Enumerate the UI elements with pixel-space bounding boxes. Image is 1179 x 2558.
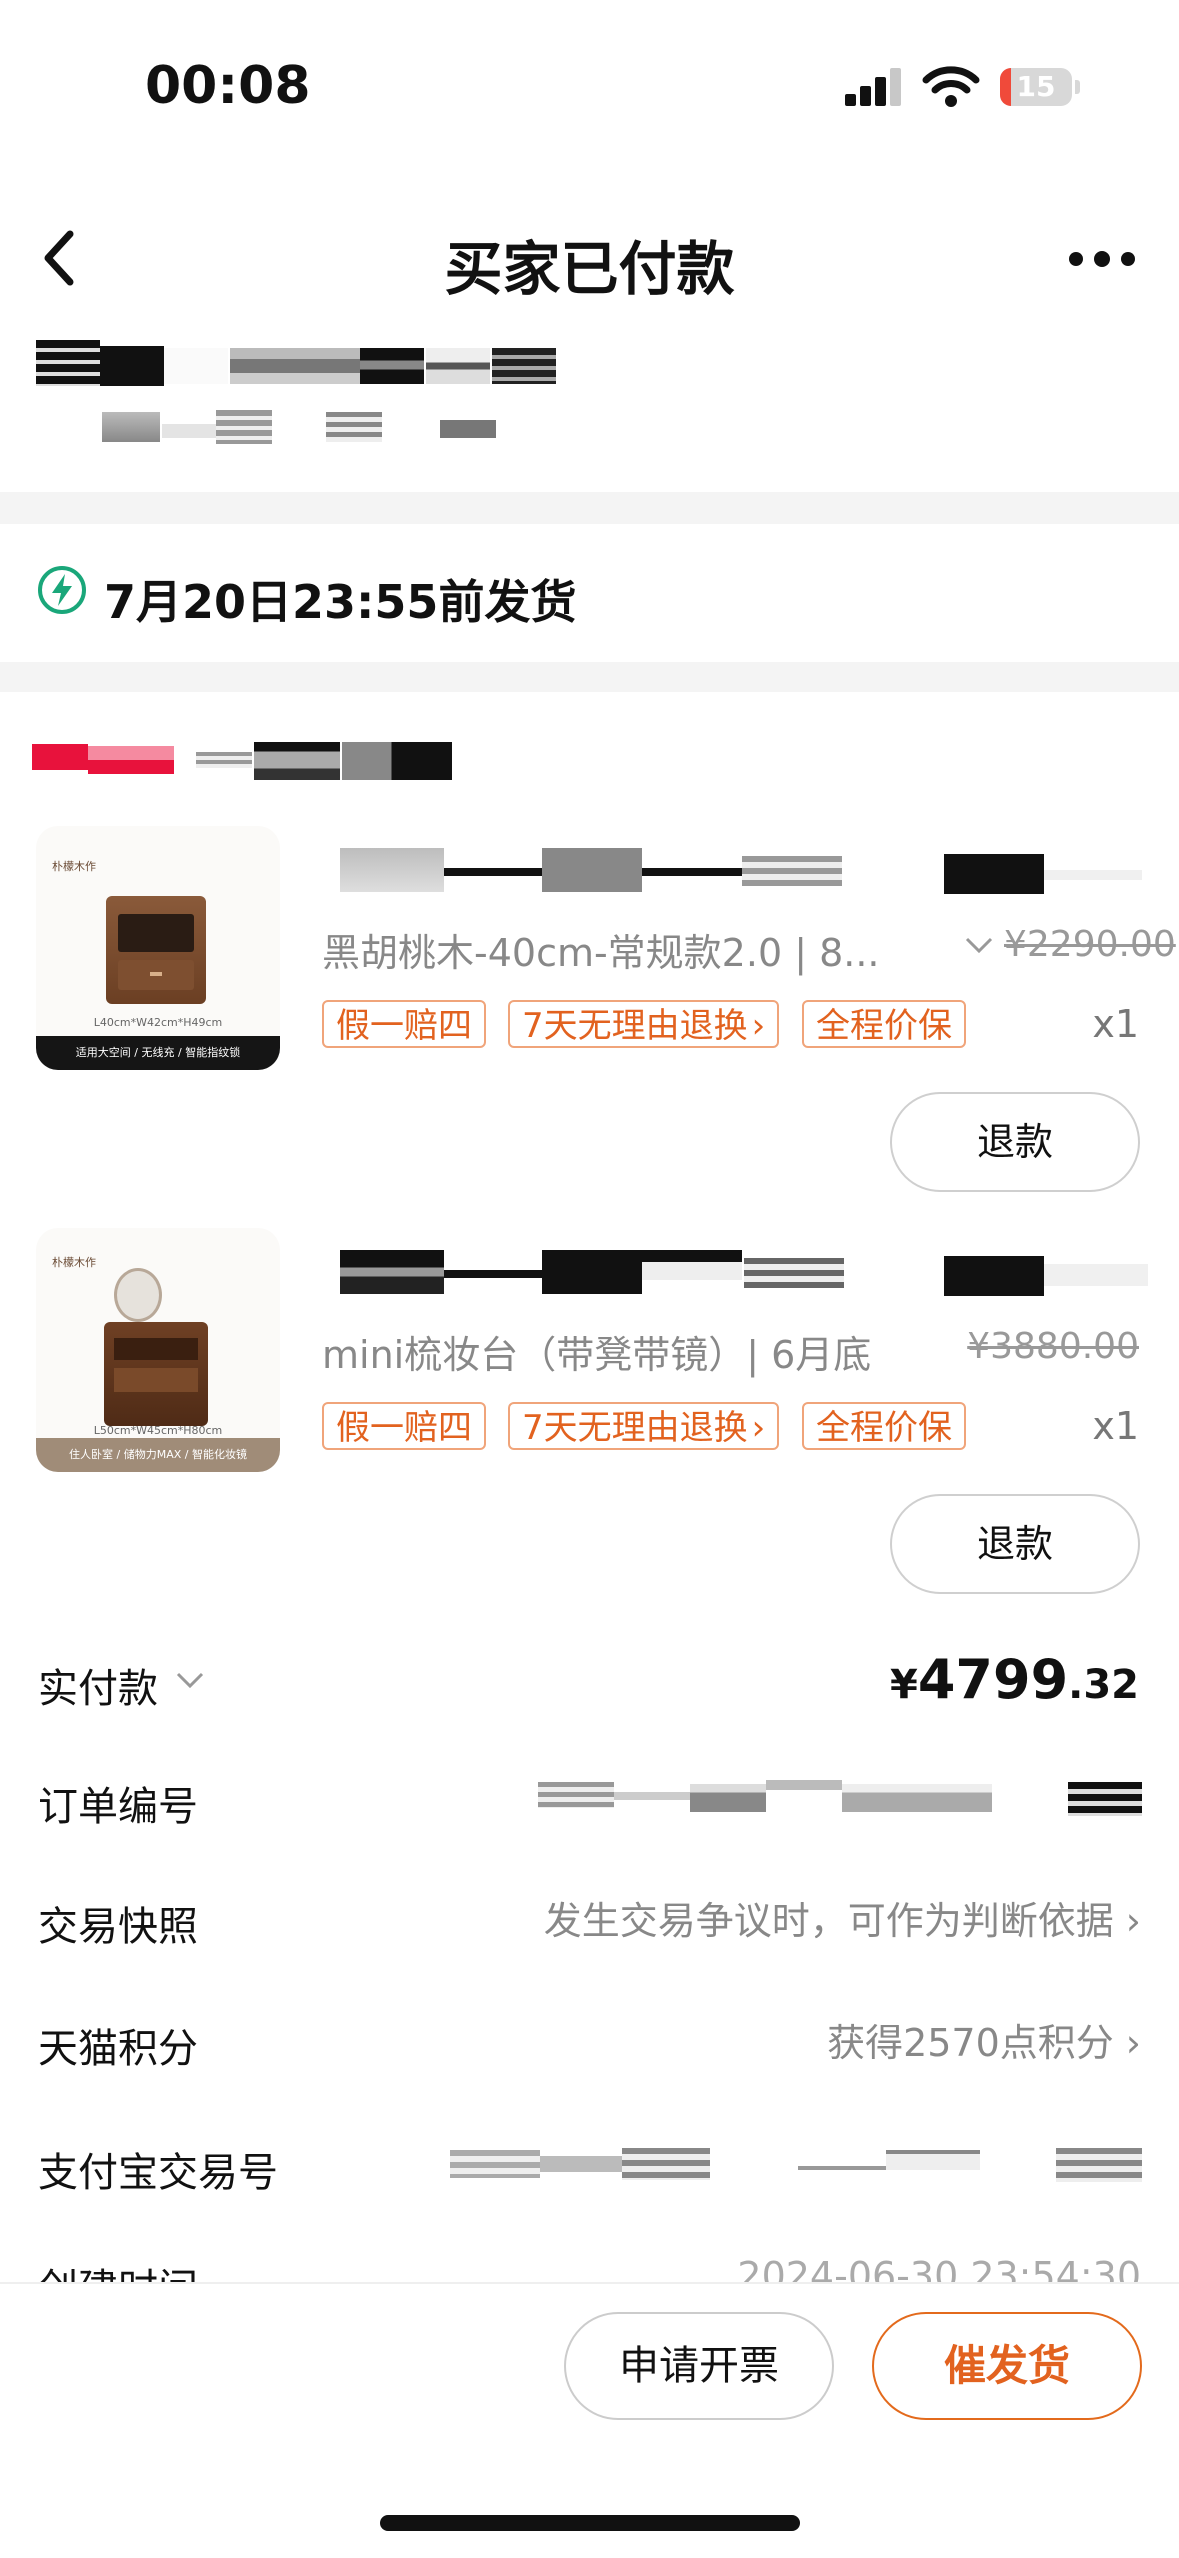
points-label: 天猫积分 [38, 2026, 198, 2072]
product-photo [106, 896, 206, 1004]
refund-button[interactable]: 退款 [890, 1092, 1140, 1192]
tag-fake-compensation[interactable]: 假一赔四 [322, 1402, 486, 1450]
product-qty: x1 [1092, 1404, 1139, 1448]
redacted-address [36, 340, 556, 460]
page-title: 买家已付款 [444, 235, 735, 303]
more-icon[interactable] [1066, 246, 1138, 272]
product-image[interactable]: 朴檬木作 L40cm*W42cm*H49cm 适用大空间 / 无线充 / 智能指… [36, 826, 280, 1070]
tag-fake-compensation[interactable]: 假一赔四 [322, 1000, 486, 1048]
original-price: ¥3880.00 [967, 1326, 1139, 1367]
chevron-down-icon[interactable] [964, 934, 994, 956]
original-price: ¥2290.00 [1004, 924, 1176, 965]
ship-deadline: 7月20日23:55前发货 [104, 575, 577, 629]
image-band: 住人卧室 / 储物力MAX / 智能化妆镜 [36, 1438, 280, 1472]
invoice-button[interactable]: 申请开票 [564, 2312, 834, 2420]
paid-currency: ¥ [890, 1662, 918, 1708]
tag-seven-day-return[interactable]: 7天无理由退换 › [508, 1402, 780, 1450]
chevron-right-icon: › [1125, 2021, 1141, 2065]
status-time: 00:08 [145, 56, 311, 116]
section-divider [0, 662, 1179, 692]
snapshot-label: 交易快照 [38, 1904, 198, 1950]
snapshot-row[interactable]: 发生交易争议时，可作为判断依据 › [544, 1890, 1141, 1945]
image-caption: L50cm*W45cm*H80cm [93, 1424, 223, 1437]
paid-label[interactable]: 实付款 [38, 1656, 158, 1714]
snapshot-value: 发生交易争议时，可作为判断依据 [543, 1899, 1114, 1943]
section-divider [0, 492, 1179, 524]
product-brand: 朴檬木作 [52, 1256, 96, 1269]
urge-shipping-button[interactable]: 催发货 [872, 2312, 1142, 2420]
alipay-label: 支付宝交易号 [38, 2150, 278, 2196]
chevron-right-icon: › [751, 1408, 766, 1448]
tag-price-protection[interactable]: 全程价保 [802, 1402, 966, 1450]
image-caption: L40cm*W42cm*H49cm [93, 1016, 223, 1029]
paid-amount-dec: .32 [1068, 1662, 1139, 1708]
tag-seven-day-return[interactable]: 7天无理由退换 › [508, 1000, 780, 1048]
order-number-label: 订单编号 [38, 1784, 198, 1830]
product-image[interactable]: 朴檬木作 L50cm*W45cm*H80cm 住人卧室 / 储物力MAX / 智… [36, 1228, 280, 1472]
image-band-text: 住人卧室 / 储物力MAX / 智能化妆镜 [69, 1448, 247, 1461]
product-qty: x1 [1092, 1002, 1139, 1046]
points-row[interactable]: 获得2570点积分 › [827, 2012, 1141, 2067]
chevron-right-icon: › [1125, 1899, 1141, 1943]
redacted-alipay-number[interactable] [450, 2146, 1142, 2186]
paid-amount: ¥4799.32 [890, 1648, 1139, 1711]
points-value: 获得2570点积分 [827, 2021, 1114, 2065]
refund-button[interactable]: 退款 [890, 1494, 1140, 1594]
product-brand: 朴檬木作 [52, 860, 96, 873]
redacted-product-title[interactable] [340, 1250, 1148, 1300]
mirror-shape [114, 1268, 162, 1322]
chevron-right-icon: › [751, 1006, 766, 1046]
paid-amount-int: 4799 [917, 1648, 1069, 1711]
tag-price-protection[interactable]: 全程价保 [802, 1000, 966, 1048]
chevron-down-icon[interactable] [174, 1668, 206, 1692]
product-variant[interactable]: 黑胡桃木-40cm-常规款2.0 | 8... [322, 922, 922, 977]
redacted-product-title[interactable] [340, 848, 1142, 898]
redacted-order-number[interactable] [538, 1778, 1142, 1818]
image-band-text: 适用大空间 / 无线充 / 智能指纹锁 [75, 1046, 241, 1059]
product-variant[interactable]: mini梳妆台（带凳带镜）| 6月底 [322, 1324, 871, 1379]
tag-seven-day-return-label: 7天无理由退换 [522, 1408, 748, 1448]
signal-icon [845, 66, 903, 106]
home-indicator [380, 2515, 800, 2531]
image-band: 适用大空间 / 无线充 / 智能指纹锁 [36, 1036, 280, 1070]
tag-seven-day-return-label: 7天无理由退换 [522, 1006, 748, 1046]
redacted-shop-name[interactable] [32, 742, 452, 782]
lightning-icon [38, 566, 86, 614]
wifi-icon [922, 66, 980, 107]
battery-icon: 15 [1000, 68, 1072, 106]
product-photo [104, 1322, 208, 1426]
battery-tip [1075, 80, 1080, 94]
